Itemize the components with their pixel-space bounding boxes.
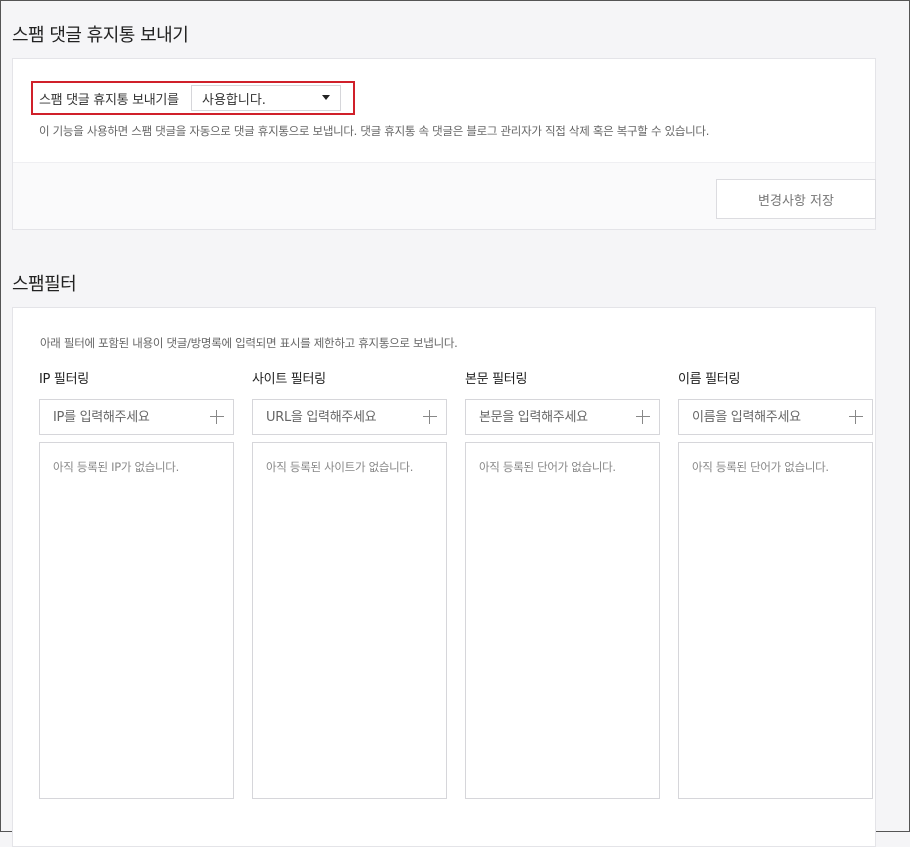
body-filter-empty-text: 아직 등록된 단어가 없습니다. xyxy=(479,460,616,474)
spam-trash-help-text: 이 기능을 사용하면 스팸 댓글을 자동으로 댓글 휴지통으로 보냅니다. 댓글… xyxy=(39,124,710,138)
body-filter-title: 본문 필터링 xyxy=(465,372,528,387)
body-filter-list: 아직 등록된 단어가 없습니다. xyxy=(465,442,660,799)
ip-filter-title: IP 필터링 xyxy=(39,372,89,387)
spam-trash-card: 스팸 댓글 휴지통 보내기를 사용합니다. 이 기능을 사용하면 스팸 댓글을 … xyxy=(12,58,876,230)
spam-trash-section-title: 스팸 댓글 휴지통 보내기 xyxy=(12,25,189,46)
add-ip-plus-icon[interactable] xyxy=(209,409,225,425)
add-body-plus-icon[interactable] xyxy=(635,409,651,425)
save-changes-button[interactable]: 변경사항 저장 xyxy=(716,179,876,219)
body-filter-input[interactable] xyxy=(466,401,631,433)
ip-filter-empty-text: 아직 등록된 IP가 없습니다. xyxy=(53,460,179,474)
name-filter-list: 아직 등록된 단어가 없습니다. xyxy=(678,442,873,799)
name-filter-input[interactable] xyxy=(679,401,844,433)
ip-filter-column: IP 필터링 아직 등록된 IP가 없습니다. xyxy=(39,370,234,799)
ip-filter-list: 아직 등록된 IP가 없습니다. xyxy=(39,442,234,799)
site-filter-title: 사이트 필터링 xyxy=(252,372,326,387)
spam-filter-description: 아래 필터에 포함된 내용이 댓글/방명록에 입력되면 표시를 제한하고 휴지통… xyxy=(40,336,458,350)
add-name-plus-icon[interactable] xyxy=(848,409,864,425)
site-filter-empty-text: 아직 등록된 사이트가 없습니다. xyxy=(266,460,414,474)
body-filter-input-box xyxy=(465,399,660,435)
ip-filter-input-box xyxy=(39,399,234,435)
name-filter-empty-text: 아직 등록된 단어가 없습니다. xyxy=(692,460,829,474)
spam-filter-card: 아래 필터에 포함된 내용이 댓글/방명록에 입력되면 표시를 제한하고 휴지통… xyxy=(12,307,876,847)
spam-trash-select[interactable]: 사용합니다. xyxy=(191,85,341,111)
site-filter-input[interactable] xyxy=(253,401,418,433)
body-filter-column: 본문 필터링 아직 등록된 단어가 없습니다. xyxy=(465,370,660,799)
name-filter-title: 이름 필터링 xyxy=(678,372,741,387)
site-filter-input-box xyxy=(252,399,447,435)
spam-filter-section-title: 스팸필터 xyxy=(12,274,77,295)
ip-filter-input[interactable] xyxy=(40,401,205,433)
name-filter-input-box xyxy=(678,399,873,435)
spam-trash-label: 스팸 댓글 휴지통 보내기를 xyxy=(39,92,179,108)
site-filter-column: 사이트 필터링 아직 등록된 사이트가 없습니다. xyxy=(252,370,447,799)
spam-trash-setting-row: 스팸 댓글 휴지통 보내기를 사용합니다. xyxy=(31,81,355,115)
spam-trash-select-value: 사용합니다. xyxy=(202,92,266,108)
caret-down-icon xyxy=(322,95,330,100)
name-filter-column: 이름 필터링 아직 등록된 단어가 없습니다. xyxy=(678,370,873,799)
site-filter-list: 아직 등록된 사이트가 없습니다. xyxy=(252,442,447,799)
save-button-wrap: 변경사항 저장 xyxy=(716,179,876,219)
add-site-plus-icon[interactable] xyxy=(422,409,438,425)
